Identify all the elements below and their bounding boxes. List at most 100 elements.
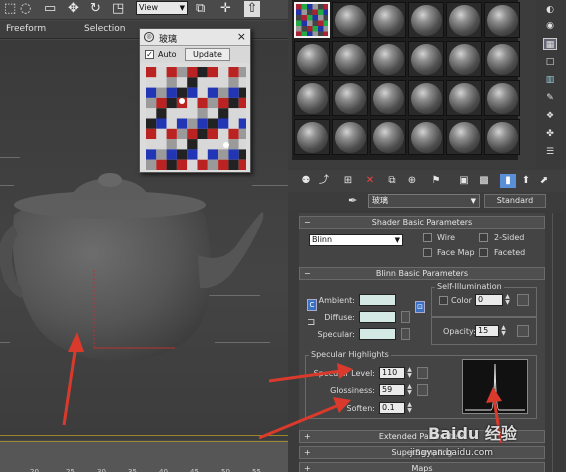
material-slot[interactable] bbox=[332, 119, 368, 155]
material-slot[interactable] bbox=[332, 41, 368, 77]
pivot-icon[interactable]: ⧉ bbox=[196, 1, 205, 17]
material-slot[interactable] bbox=[484, 80, 520, 116]
put-to-scene-icon[interactable]: ⤴ bbox=[316, 174, 332, 188]
opacity-map-button[interactable] bbox=[517, 325, 529, 337]
material-id-icon[interactable]: ▣ bbox=[456, 174, 472, 188]
material-slot[interactable] bbox=[294, 119, 330, 155]
material-slot[interactable] bbox=[484, 2, 520, 38]
material-slot[interactable] bbox=[446, 2, 482, 38]
get-material-icon[interactable]: ⚉ bbox=[298, 174, 314, 188]
reset-icon[interactable]: ✕ bbox=[362, 174, 378, 188]
spinner-icon[interactable]: ▲ ▼ bbox=[406, 402, 413, 414]
glossiness-map-button[interactable] bbox=[417, 384, 428, 396]
rotate-icon[interactable]: ↻ bbox=[90, 1, 101, 17]
snap-toggle-icon[interactable]: ⇧ bbox=[244, 1, 260, 17]
go-to-parent-icon[interactable]: ⬆ bbox=[518, 174, 534, 188]
glossiness-input[interactable]: 59 bbox=[379, 384, 405, 396]
material-slot[interactable] bbox=[408, 119, 444, 155]
copy-material-icon[interactable]: ⧉ bbox=[384, 174, 400, 188]
material-slot[interactable] bbox=[408, 41, 444, 77]
material-slot[interactable] bbox=[332, 2, 368, 38]
ambient-swatch[interactable] bbox=[359, 294, 396, 306]
shader-basic-rollout-header[interactable]: − Shader Basic Parameters bbox=[299, 216, 545, 229]
diffuse-swatch[interactable] bbox=[359, 311, 396, 323]
select-object-icon[interactable]: ⬚ bbox=[4, 1, 16, 17]
material-slot[interactable] bbox=[370, 2, 406, 38]
close-icon[interactable]: × bbox=[237, 30, 246, 43]
two-sided-checkbox[interactable] bbox=[479, 233, 488, 242]
backlight-icon[interactable]: ◉ bbox=[543, 20, 557, 32]
spinner-icon[interactable]: ▲ ▼ bbox=[406, 367, 413, 379]
show-map-icon[interactable]: ▩ bbox=[476, 174, 492, 188]
uv-tiling-icon[interactable]: □ bbox=[543, 56, 557, 68]
make-preview-icon[interactable]: ✎ bbox=[543, 92, 557, 104]
checker-cell bbox=[228, 77, 239, 88]
options-icon[interactable]: ❖ bbox=[543, 110, 557, 122]
specular-map-button[interactable] bbox=[401, 328, 410, 340]
self-illum-map-button[interactable] bbox=[517, 294, 529, 306]
make-unique-icon[interactable]: ⊕ bbox=[404, 174, 420, 188]
material-slot[interactable] bbox=[408, 80, 444, 116]
select-manipulate-icon[interactable]: ✛ bbox=[220, 1, 231, 17]
maps-rollout-header[interactable]: + Maps bbox=[299, 462, 545, 472]
preview-titlebar[interactable]: ◎ 玻璃 × bbox=[140, 29, 250, 46]
specular-swatch[interactable] bbox=[359, 328, 396, 340]
material-slot[interactable] bbox=[446, 119, 482, 155]
scale-icon[interactable]: ◳ bbox=[112, 1, 124, 17]
material-name-field[interactable]: 玻璃 ▼ bbox=[368, 194, 480, 208]
tab-freeform[interactable]: Freeform bbox=[6, 24, 46, 34]
faceted-checkbox[interactable] bbox=[479, 248, 488, 257]
auto-checkbox[interactable]: ✓ bbox=[145, 50, 154, 59]
material-preview-window[interactable]: ◎ 玻璃 × ✓ Auto Update bbox=[139, 28, 251, 173]
reference-coordinate-dropdown[interactable]: View ▼ bbox=[136, 1, 188, 15]
select-by-material-icon[interactable]: ✤ bbox=[543, 128, 557, 140]
parameters-scrollbar[interactable] bbox=[552, 213, 564, 472]
select-region-icon[interactable]: ◌ bbox=[20, 1, 31, 17]
tab-selection[interactable]: Selection bbox=[84, 24, 125, 34]
self-illum-color-checkbox[interactable] bbox=[439, 296, 448, 305]
specular-level-map-button[interactable] bbox=[417, 367, 428, 379]
put-to-library-icon[interactable]: ⚑ bbox=[428, 174, 444, 188]
material-type-button[interactable]: Standard bbox=[484, 194, 546, 208]
material-slot[interactable] bbox=[370, 80, 406, 116]
background-icon[interactable]: ▦ bbox=[543, 38, 557, 50]
eyedropper-icon[interactable]: ✒ bbox=[348, 194, 357, 207]
material-slot-active[interactable] bbox=[294, 2, 330, 38]
blinn-basic-rollout-header[interactable]: − Blinn Basic Parameters bbox=[299, 267, 545, 280]
material-slot[interactable] bbox=[408, 2, 444, 38]
self-illum-value-input[interactable]: 0 bbox=[475, 294, 503, 306]
map-lock-icon[interactable]: ⊡ bbox=[415, 301, 425, 313]
face-map-checkbox[interactable] bbox=[423, 248, 432, 257]
opacity-input[interactable]: 15 bbox=[475, 325, 499, 337]
show-end-result-icon[interactable]: ▮ bbox=[500, 174, 516, 188]
sample-type-icon[interactable]: ◐ bbox=[543, 4, 557, 16]
material-slot[interactable] bbox=[294, 41, 330, 77]
wire-checkbox[interactable] bbox=[423, 233, 432, 242]
specular-level-input[interactable]: 110 bbox=[379, 367, 405, 379]
update-button[interactable]: Update bbox=[185, 48, 230, 61]
move-icon[interactable]: ✥ bbox=[68, 1, 79, 17]
assign-to-selection-icon[interactable]: ⊞ bbox=[340, 174, 356, 188]
spinner-icon[interactable]: ▲ ▼ bbox=[500, 325, 507, 337]
spinner-icon[interactable]: ▲ ▼ bbox=[406, 384, 413, 396]
material-slot[interactable] bbox=[484, 119, 520, 155]
slot-checker-cell bbox=[307, 31, 313, 37]
soften-input[interactable]: 0.1 bbox=[379, 402, 405, 414]
material-slot[interactable] bbox=[446, 41, 482, 77]
material-slot[interactable] bbox=[370, 41, 406, 77]
material-slot[interactable] bbox=[484, 41, 520, 77]
window-crossing-icon[interactable]: ▭ bbox=[44, 1, 56, 17]
time-ruler[interactable]: 20 25 30 35 40 45 50 55 bbox=[0, 441, 288, 472]
material-navigator-icon[interactable]: ☰ bbox=[543, 146, 557, 158]
video-color-check-icon[interactable]: ▥ bbox=[543, 74, 557, 86]
go-forward-icon[interactable]: ⬈ bbox=[536, 174, 552, 188]
material-slot[interactable] bbox=[446, 80, 482, 116]
material-sphere bbox=[373, 83, 404, 114]
slot-checker-cell bbox=[318, 9, 324, 15]
material-slot[interactable] bbox=[370, 119, 406, 155]
diffuse-map-button[interactable] bbox=[401, 311, 410, 323]
material-slot[interactable] bbox=[332, 80, 368, 116]
shader-type-dropdown[interactable]: Blinn ▼ bbox=[309, 234, 403, 246]
material-slot[interactable] bbox=[294, 80, 330, 116]
spinner-icon[interactable]: ▲ ▼ bbox=[504, 294, 511, 306]
